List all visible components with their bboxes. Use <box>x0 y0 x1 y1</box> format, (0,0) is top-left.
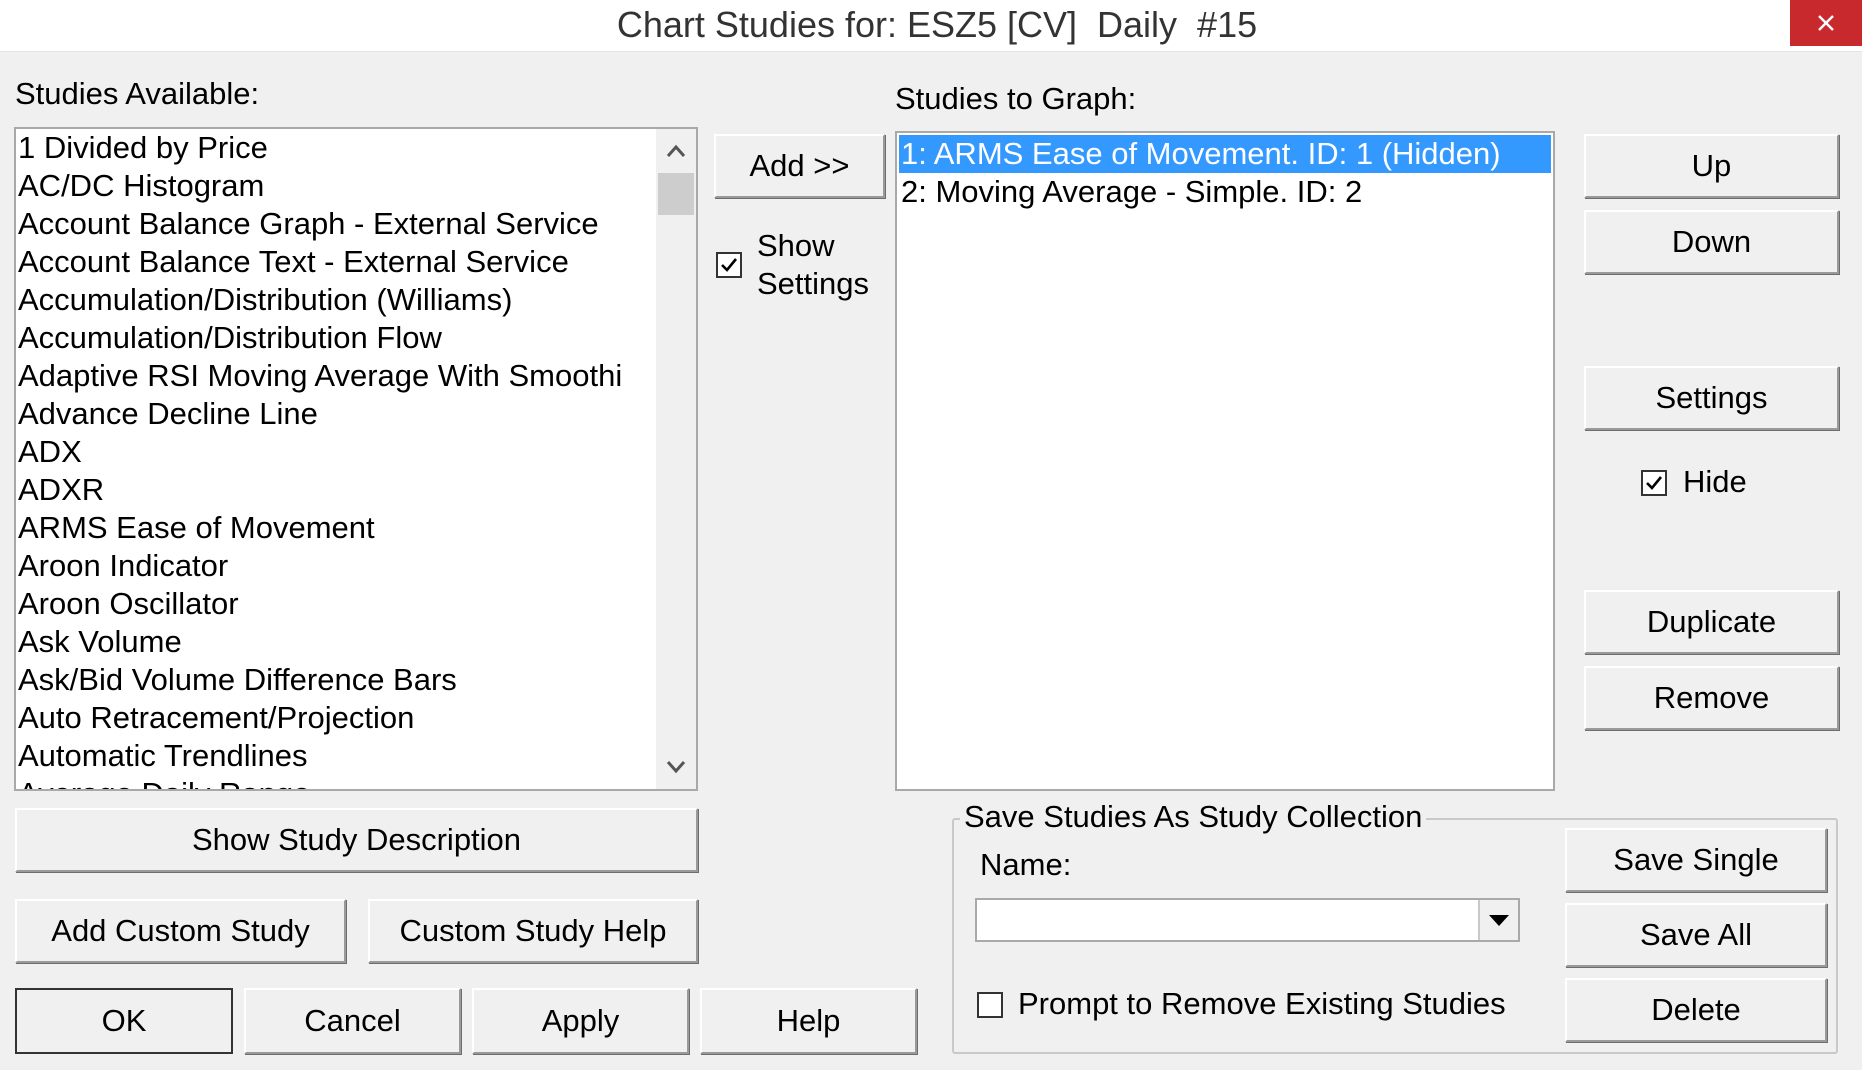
apply-button[interactable]: Apply <box>472 988 689 1054</box>
cancel-button[interactable]: Cancel <box>244 988 461 1054</box>
down-button[interactable]: Down <box>1584 210 1839 274</box>
window-title: Chart Studies for: ESZ5 [CV] Daily #15 <box>616 4 1258 45</box>
scroll-up-button[interactable] <box>656 131 696 171</box>
custom-study-help-button[interactable]: Custom Study Help <box>368 899 698 963</box>
studies-available-item[interactable]: Adaptive RSI Moving Average With Smoothi <box>16 357 696 395</box>
studies-available-item[interactable]: Ask Volume <box>16 623 696 661</box>
studies-available-item[interactable]: ADXR <box>16 471 696 509</box>
studies-available-item[interactable]: Automatic Trendlines <box>16 737 696 775</box>
add-custom-study-button[interactable]: Add Custom Study <box>15 899 346 963</box>
studies-to-graph-list[interactable]: 1: ARMS Ease of Movement. ID: 1 (Hidden)… <box>895 131 1555 791</box>
scroll-thumb[interactable] <box>658 173 694 215</box>
save-all-button[interactable]: Save All <box>1565 903 1827 967</box>
studies-available-item[interactable]: Accumulation/Distribution Flow <box>16 319 696 357</box>
scroll-down-button[interactable] <box>656 747 696 787</box>
ok-button[interactable]: OK <box>15 988 233 1054</box>
studies-available-item[interactable]: Average Daily Range <box>16 775 696 789</box>
studies-available-item[interactable]: Auto Retracement/Projection <box>16 699 696 737</box>
studies-available-item[interactable]: 1 Divided by Price <box>16 129 696 167</box>
chevron-up-icon <box>666 144 686 157</box>
graph-list-item[interactable]: 1: ARMS Ease of Movement. ID: 1 (Hidden) <box>899 135 1551 173</box>
dropdown-arrow-icon <box>1489 915 1509 926</box>
show-settings-line2: Settings <box>757 266 870 301</box>
show-settings-checkbox[interactable] <box>716 252 742 278</box>
studies-available-item[interactable]: Ask/Bid Volume Difference Bars <box>16 661 696 699</box>
studies-available-item[interactable]: Account Balance Graph - External Service <box>16 205 696 243</box>
collection-name-combobox[interactable] <box>975 898 1520 942</box>
show-settings-line1: Show <box>757 228 835 263</box>
chevron-down-icon <box>666 761 686 774</box>
studies-available-item[interactable]: Aroon Oscillator <box>16 585 696 623</box>
studies-available-item[interactable]: ADX <box>16 433 696 471</box>
show-settings-label: Show Settings <box>757 227 869 303</box>
graph-list-item[interactable]: 2: Moving Average - Simple. ID: 2 <box>899 173 1551 211</box>
title-bar: Chart Studies for: ESZ5 [CV] Daily #15 <box>0 0 1862 52</box>
duplicate-button[interactable]: Duplicate <box>1584 590 1839 654</box>
delete-button[interactable]: Delete <box>1565 978 1827 1042</box>
remove-button[interactable]: Remove <box>1584 666 1839 730</box>
up-button[interactable]: Up <box>1584 134 1839 198</box>
checkmark-icon <box>1646 476 1663 490</box>
studies-to-graph-label: Studies to Graph: <box>895 81 1137 116</box>
checkmark-icon <box>721 258 738 272</box>
name-label: Name: <box>980 847 1072 882</box>
studies-available-item[interactable]: Aroon Indicator <box>16 547 696 585</box>
settings-button[interactable]: Settings <box>1584 366 1839 430</box>
prompt-remove-checkbox[interactable] <box>977 992 1003 1018</box>
add-button[interactable]: Add >> <box>714 134 885 198</box>
close-button[interactable] <box>1790 0 1862 46</box>
studies-available-list[interactable]: 1 Divided by Price AC/DC Histogram Account… <box>14 127 698 791</box>
hide-checkbox[interactable] <box>1641 470 1667 496</box>
help-button[interactable]: Help <box>700 988 917 1054</box>
studies-available-label: Studies Available: <box>15 76 260 111</box>
dropdown-button[interactable] <box>1478 900 1518 940</box>
studies-available-item[interactable]: Account Balance Text - External Service <box>16 243 696 281</box>
prompt-remove-label: Prompt to Remove Existing Studies <box>1018 986 1506 1021</box>
vertical-scrollbar[interactable] <box>656 129 696 789</box>
studies-available-item[interactable]: ARMS Ease of Movement <box>16 509 696 547</box>
hide-label: Hide <box>1683 464 1747 499</box>
close-icon <box>1818 15 1834 31</box>
studies-available-item[interactable]: Advance Decline Line <box>16 395 696 433</box>
show-study-description-button[interactable]: Show Study Description <box>15 808 698 872</box>
studies-available-item[interactable]: AC/DC Histogram <box>16 167 696 205</box>
studies-available-items: 1 Divided by Price AC/DC Histogram Account… <box>16 129 696 789</box>
save-single-button[interactable]: Save Single <box>1565 828 1827 892</box>
studies-available-item[interactable]: Accumulation/Distribution (Williams) <box>16 281 696 319</box>
study-collection-group-label: Save Studies As Study Collection <box>960 799 1427 835</box>
